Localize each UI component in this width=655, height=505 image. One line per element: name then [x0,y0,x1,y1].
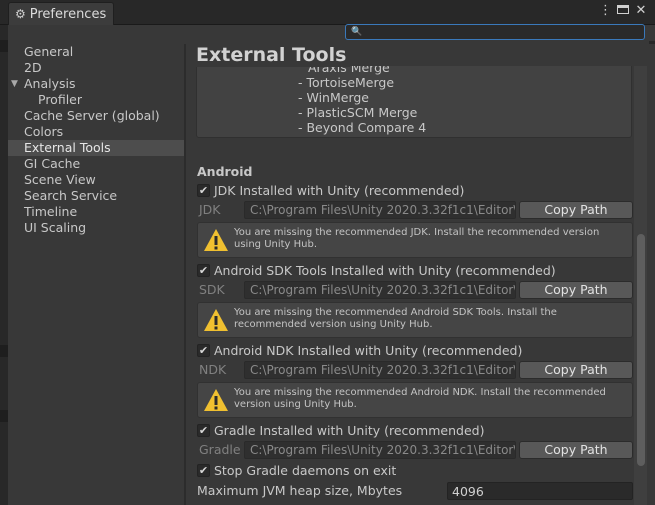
warning-icon [204,309,228,331]
jdk-path-row: JDK C:\Program Files\Unity 2020.3.32f1c1… [197,201,633,219]
ndk-toggle-row[interactable]: ✔ Android NDK Installed with Unity (reco… [197,342,522,358]
gradle-toggle-row[interactable]: ✔ Gradle Installed with Unity (recommend… [197,422,484,438]
sidebar-item-label: UI Scaling [24,220,87,235]
sdk-warning-text: You are missing the recommended Android … [234,307,557,330]
ndk-path-row: NDK C:\Program Files\Unity 2020.3.32f1c1… [197,361,633,379]
sidebar-item-profiler[interactable]: Profiler [8,92,184,108]
jdk-checkbox[interactable]: ✔ [197,183,210,197]
ndk-checkbox[interactable]: ✔ [197,343,210,357]
sdk-path-label: SDK [199,282,225,297]
ndk-checkbox-label: Android NDK Installed with Unity (recomm… [214,342,523,358]
sidebar-item-label: Scene View [24,172,96,187]
scrollbar-thumb[interactable] [637,234,645,466]
sidebar-item-colors[interactable]: Colors [8,124,184,140]
sidebar-item-label: Profiler [38,92,83,107]
warning-icon [204,229,228,251]
sdk-warning-box: You are missing the recommended Android … [197,302,633,338]
sidebar-item-ui-scaling[interactable]: UI Scaling [8,220,184,236]
search-icon: 🔍 [351,27,363,37]
sidebar-item-label: Cache Server (global) [24,108,160,123]
settings-panel: Araxis Merge - TortoiseMerge - WinMerge … [186,44,655,505]
sdk-path-row: SDK C:\Program Files\Unity 2020.3.32f1c1… [197,281,633,299]
merge-tool-item: - Beyond Compare 4 [298,120,427,135]
merge-tool-item: - TortoiseMerge [298,75,395,90]
android-section-header: Android [197,164,253,179]
merge-tool-item: - PlasticSCM Merge [298,105,418,120]
gradle-path-label: Gradle [199,442,241,457]
sdk-checkbox-label: Android SDK Tools Installed with Unity (… [214,262,556,278]
ndk-path-label: NDK [199,362,227,377]
sidebar-item-label: GI Cache [24,156,81,171]
background-fragment [0,40,8,52]
sidebar-item-external-tools[interactable]: External Tools [8,140,184,156]
close-icon[interactable]: ✕ [635,3,647,18]
background-editor-strip [0,0,8,505]
gear-icon: ⚙ [15,7,26,21]
stop-gradle-label: Stop Gradle daemons on exit [214,462,397,478]
jdk-copy-path-button[interactable]: Copy Path [519,201,633,219]
sidebar-item-general[interactable]: General [8,44,184,60]
background-fragment [0,345,8,357]
kebab-menu-icon[interactable]: ⋮ [599,3,612,18]
sdk-toggle-row[interactable]: ✔ Android SDK Tools Installed with Unity… [197,262,556,278]
ndk-warning-text: You are missing the recommended Android … [234,387,606,410]
sidebar-item-2d[interactable]: 2D [8,60,184,76]
stop-gradle-checkbox[interactable]: ✔ [197,463,210,477]
sidebar-item-label: Timeline [24,204,78,219]
sidebar-item-label: General [24,44,74,59]
sidebar-item-gi-cache[interactable]: GI Cache [8,156,184,172]
jdk-warning-box: You are missing the recommended JDK. Ins… [197,222,633,258]
jdk-path-field[interactable]: C:\Program Files\Unity 2020.3.32f1c1\Edi… [244,201,516,219]
sidebar-item-label: 2D [24,60,42,75]
jdk-warning-text: You are missing the recommended JDK. Ins… [234,227,600,250]
jdk-checkbox-label: JDK Installed with Unity (recommended) [214,182,465,198]
jdk-toggle-row[interactable]: ✔ JDK Installed with Unity (recommended) [197,182,464,198]
warning-icon [204,389,228,411]
gradle-path-field[interactable]: C:\Program Files\Unity 2020.3.32f1c1\Edi… [244,441,516,459]
search-input[interactable] [362,24,633,40]
sdk-checkbox[interactable]: ✔ [197,263,210,277]
gradle-checkbox[interactable]: ✔ [197,423,210,437]
sidebar-item-label: Colors [24,124,64,139]
background-fragment [0,410,8,422]
jvm-heap-label: Maximum JVM heap size, Mbytes [197,483,403,498]
gradle-checkbox-label: Gradle Installed with Unity (recommended… [214,422,485,438]
expand-triangle-icon[interactable]: ▼ [11,76,18,92]
sidebar-item-scene-view[interactable]: Scene View [8,172,184,188]
merge-tool-item: - WinMerge [298,90,369,105]
ndk-path-field[interactable]: C:\Program Files\Unity 2020.3.32f1c1\Edi… [244,361,516,379]
gradle-copy-path-button[interactable]: Copy Path [519,441,633,459]
stop-gradle-toggle-row[interactable]: ✔ Stop Gradle daemons on exit [197,462,396,478]
sdk-path-field[interactable]: C:\Program Files\Unity 2020.3.32f1c1\Edi… [244,281,516,299]
sidebar-item-analysis[interactable]: ▼ Analysis [8,76,184,92]
sidebar-item-cache-server[interactable]: Cache Server (global) [8,108,184,124]
preferences-sidebar: General 2D ▼ Analysis Profiler Cache Serv… [8,44,184,505]
gradle-path-row: Gradle C:\Program Files\Unity 2020.3.32f… [197,441,633,459]
window-titlebar: ⚙ Preferences ⋮ ✕ [0,0,655,25]
sidebar-item-label: External Tools [24,140,111,155]
jvm-heap-row: Maximum JVM heap size, Mbytes 4096 [197,482,633,500]
jvm-heap-input[interactable]: 4096 [447,482,633,500]
preferences-tab[interactable]: ⚙ Preferences [8,2,114,25]
sdk-copy-path-button[interactable]: Copy Path [519,281,633,299]
sidebar-item-label: Search Service [24,188,118,203]
page-title: External Tools [196,44,351,67]
ndk-copy-path-button[interactable]: Copy Path [519,361,633,379]
sidebar-item-label: Analysis [24,76,76,91]
sidebar-item-timeline[interactable]: Timeline [8,204,184,220]
window-controls: ⋮ ✕ [599,3,647,18]
sidebar-item-search-service[interactable]: Search Service [8,188,184,204]
window-title: Preferences [29,6,107,22]
maximize-icon[interactable] [617,3,629,18]
jdk-path-label: JDK [199,202,221,217]
search-field[interactable]: 🔍 [345,24,645,40]
ndk-warning-box: You are missing the recommended Android … [197,382,633,418]
